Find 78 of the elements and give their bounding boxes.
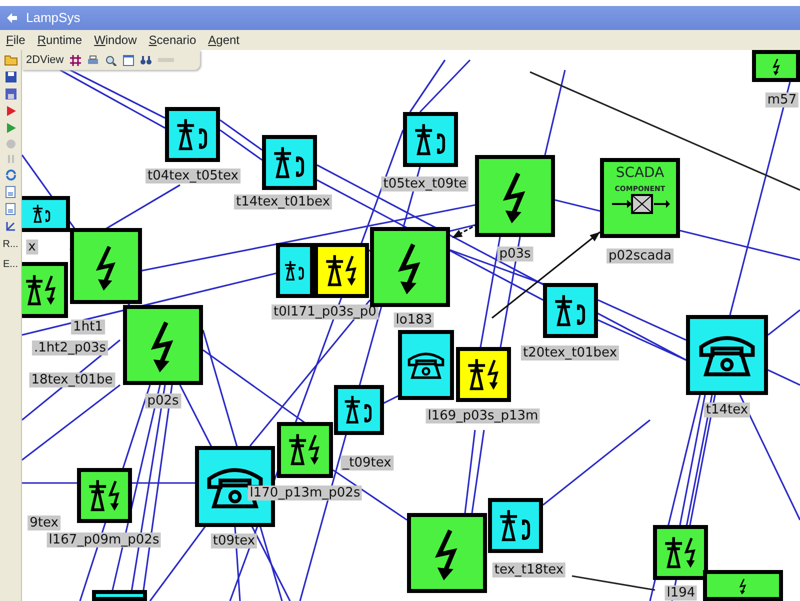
link-line: [409, 60, 446, 112]
component-icon: [610, 193, 670, 215]
network-node[interactable]: [543, 283, 598, 338]
save-icon[interactable]: [4, 71, 16, 83]
node-label: t09tex: [210, 534, 258, 548]
node-label: x: [26, 240, 38, 254]
node-label: 1ht1: [71, 320, 105, 334]
node-label: l167_p09m_p02s: [46, 532, 162, 548]
window-icon[interactable]: [122, 54, 134, 66]
node-label: m57: [765, 92, 799, 108]
link-line: [419, 59, 471, 113]
network-node[interactable]: [334, 385, 384, 435]
network-node[interactable]: [686, 315, 768, 395]
node-label: p02s: [145, 394, 181, 408]
node-label: t14tex_t01bex: [234, 194, 332, 210]
node-label: lo183: [394, 312, 434, 328]
document-icon[interactable]: [5, 203, 16, 215]
menu-item[interactable]: Runtime: [37, 31, 82, 49]
network-node[interactable]: [277, 422, 333, 478]
network-node[interactable]: [22, 262, 68, 318]
toolbar-label[interactable]: R...: [2, 237, 18, 252]
network-node[interactable]: [70, 228, 142, 304]
back-arrow-icon: [6, 12, 18, 24]
node-label: 18tex_t01be: [29, 372, 115, 388]
node-label: p03s: [497, 246, 533, 262]
node-label: p02scada: [606, 248, 674, 264]
menu-item[interactable]: Scenario: [148, 31, 196, 49]
node-label: t20tex_t01bex: [520, 346, 620, 360]
menu-item[interactable]: Agent: [208, 31, 240, 49]
tower-phone-icon: [31, 203, 53, 225]
network-node[interactable]: [77, 468, 132, 523]
network-node[interactable]: [92, 590, 147, 601]
network-node[interactable]: [165, 107, 220, 162]
view-title: 2DView: [26, 52, 64, 68]
network-node[interactable]: [653, 525, 708, 580]
toolbar-label[interactable]: E...: [2, 257, 18, 272]
network-node[interactable]: [262, 135, 317, 190]
node-label: t05tex_t09te: [381, 176, 469, 192]
network-node[interactable]: [314, 243, 369, 298]
network-node[interactable]: [488, 498, 543, 553]
network-node[interactable]: [475, 155, 555, 237]
node-label: .1ht2_p03s: [32, 340, 108, 356]
binoculars-icon[interactable]: [140, 54, 152, 66]
window-title: LampSys: [26, 9, 80, 28]
node-title: SCADA: [616, 166, 664, 181]
network-node[interactable]: [403, 112, 458, 167]
network-node[interactable]: [752, 50, 800, 82]
link-line: [768, 369, 800, 386]
network-node[interactable]: [407, 513, 487, 593]
node-label: tex_t18tex: [492, 562, 566, 578]
folder-icon[interactable]: [4, 54, 18, 66]
save-icon[interactable]: [4, 88, 16, 100]
network-node[interactable]: [22, 196, 70, 232]
menu-item[interactable]: File: [6, 31, 26, 49]
node-label: _t09tex: [340, 456, 394, 470]
node-label: t0l171_p03s_p0: [272, 304, 378, 320]
play-icon[interactable]: [4, 105, 16, 117]
grid-icon[interactable]: [70, 54, 81, 66]
network-node[interactable]: [703, 570, 783, 601]
network-node[interactable]: [276, 243, 314, 298]
network-node[interactable]: [123, 305, 203, 385]
node-label: l194: [664, 586, 698, 600]
node-label: l169_p03s_p13m: [426, 408, 540, 424]
node-label: 9tex: [28, 516, 60, 530]
refresh-icon[interactable]: [4, 169, 16, 181]
network-node[interactable]: [398, 330, 454, 400]
network-node[interactable]: [456, 347, 511, 402]
node-label: t14tex: [704, 402, 750, 418]
node-label: l170_p13m_p02s: [248, 486, 362, 500]
magnifier-icon[interactable]: [104, 54, 117, 66]
document-icon[interactable]: [5, 186, 16, 198]
node-label: t04tex_t05tex: [146, 168, 240, 184]
menu-item[interactable]: Window: [94, 31, 137, 49]
printer-icon[interactable]: [86, 54, 99, 66]
play-icon[interactable]: [4, 122, 16, 134]
diagonal-arrow-icon[interactable]: [4, 220, 16, 232]
tower-phone-icon: [283, 258, 307, 282]
network-node[interactable]: [370, 227, 450, 307]
